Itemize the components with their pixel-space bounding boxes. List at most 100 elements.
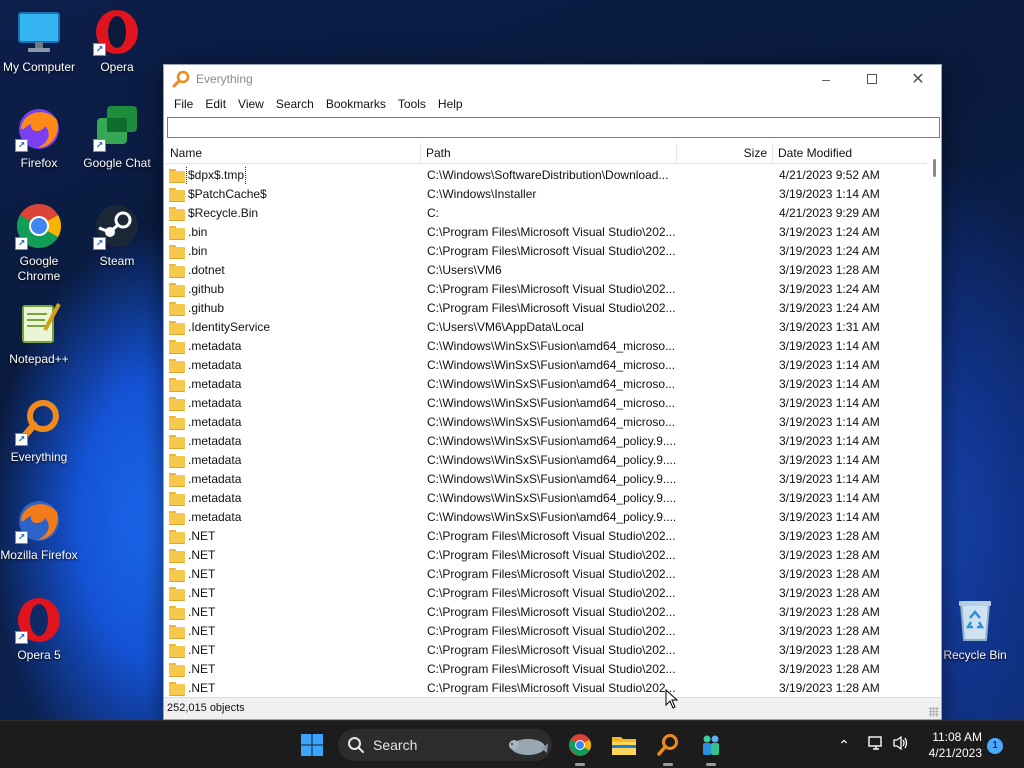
start-button[interactable] xyxy=(296,729,328,761)
network-icon[interactable] xyxy=(866,735,886,755)
table-row[interactable]: .dotnet C:\Users\VM6 3/19/2023 1:28 AM xyxy=(165,261,927,280)
table-row[interactable]: $PatchCache$ C:\Windows\Installer 3/19/202… xyxy=(165,185,927,204)
desktop-icon-notepad-plus-plus[interactable]: Notepad++ xyxy=(0,300,78,367)
row-name: .IdentityService xyxy=(188,320,271,334)
taskbar-file-explorer[interactable] xyxy=(608,729,640,761)
menu-edit[interactable]: Edit xyxy=(199,95,232,113)
table-row[interactable]: .NET C:\Program Files\Microsoft Visual St… xyxy=(165,660,927,679)
desktop-icon-google-chat[interactable]: ↗ Google Chat xyxy=(78,104,156,171)
table-row[interactable]: .NET C:\Program Files\Microsoft Visual St… xyxy=(165,641,927,660)
table-row[interactable]: .metadata C:\Windows\WinSxS\Fusion\amd64_… xyxy=(165,375,927,394)
table-row[interactable]: $dpx$.tmp C:\Windows\SoftwareDistribution… xyxy=(165,166,927,185)
menu-tools[interactable]: Tools xyxy=(392,95,432,113)
taskbar-app-people[interactable] xyxy=(695,729,727,761)
table-row[interactable]: .metadata C:\Windows\WinSxS\Fusion\amd64_… xyxy=(165,489,927,508)
column-header-date-modified[interactable]: Date Modified xyxy=(773,143,927,164)
row-name: .NET xyxy=(188,624,216,638)
row-name: .NET xyxy=(188,529,216,543)
table-row[interactable]: .bin C:\Program Files\Microsoft Visual St… xyxy=(165,223,927,242)
row-name: .bin xyxy=(188,225,208,239)
title-bar[interactable]: Everything – ✕ xyxy=(164,65,941,93)
taskbar-everything[interactable] xyxy=(652,729,684,761)
desktop-icon-opera[interactable]: ↗ Opera xyxy=(78,8,156,75)
table-row[interactable]: .metadata C:\Windows\WinSxS\Fusion\amd64_… xyxy=(165,413,927,432)
row-date-modified: 3/19/2023 1:28 AM xyxy=(779,263,880,277)
table-row[interactable]: $Recycle.Bin C: 4/21/2023 9:29 AM xyxy=(165,204,927,223)
desktop-icon-recycle-bin[interactable]: Recycle Bin xyxy=(936,596,1014,663)
row-date-modified: 3/19/2023 1:14 AM xyxy=(779,472,880,486)
menu-help[interactable]: Help xyxy=(432,95,469,113)
table-row[interactable]: .NET C:\Program Files\Microsoft Visual St… xyxy=(165,565,927,584)
taskbar-search-box[interactable]: Search xyxy=(338,729,552,761)
taskbar-chrome[interactable] xyxy=(564,729,596,761)
menu-view[interactable]: View xyxy=(232,95,270,113)
row-name: .NET xyxy=(188,643,216,657)
table-row[interactable]: .metadata C:\Windows\WinSxS\Fusion\amd64_… xyxy=(165,432,927,451)
table-row[interactable]: .metadata C:\Windows\WinSxS\Fusion\amd64_… xyxy=(165,470,927,489)
tray-overflow-chevron-icon[interactable]: ⌃ xyxy=(834,735,854,755)
maximize-button[interactable] xyxy=(849,65,895,93)
window-title: Everything xyxy=(196,72,253,86)
maximize-icon xyxy=(867,74,877,84)
row-name: .NET xyxy=(188,548,216,562)
desktop-icon-my-computer[interactable]: My Computer xyxy=(0,8,78,75)
table-row[interactable]: .NET C:\Program Files\Microsoft Visual St… xyxy=(165,584,927,603)
desktop-icon-google-chrome[interactable]: ↗ Google Chrome xyxy=(0,202,78,284)
menu-bookmarks[interactable]: Bookmarks xyxy=(320,95,392,113)
desktop-icon-label: Everything xyxy=(10,450,68,464)
row-date-modified: 3/19/2023 1:14 AM xyxy=(779,510,880,524)
row-date-modified: 3/19/2023 1:28 AM xyxy=(779,586,880,600)
column-header-name[interactable]: Name xyxy=(165,143,421,164)
vertical-scrollbar[interactable] xyxy=(927,143,941,696)
table-row[interactable]: .metadata C:\Windows\WinSxS\Fusion\amd64_… xyxy=(165,356,927,375)
folder-icon xyxy=(169,682,185,696)
table-row[interactable]: .metadata C:\Windows\WinSxS\Fusion\amd64_… xyxy=(165,508,927,527)
table-row[interactable]: .NET C:\Program Files\Microsoft Visual St… xyxy=(165,603,927,622)
volume-icon[interactable] xyxy=(891,735,911,755)
table-row[interactable]: .NET C:\Program Files\Microsoft Visual St… xyxy=(165,527,927,546)
windows-logo-icon xyxy=(301,734,323,756)
notification-badge[interactable]: 1 xyxy=(987,738,1003,754)
resize-grip-icon[interactable] xyxy=(929,707,939,717)
desktop-icon-firefox[interactable]: ↗ Firefox xyxy=(0,104,78,171)
table-row[interactable]: .NET C:\Program Files\Microsoft Visual St… xyxy=(165,546,927,565)
row-size xyxy=(677,394,769,413)
table-row[interactable]: .metadata C:\Windows\WinSxS\Fusion\amd64_… xyxy=(165,451,927,470)
table-row[interactable]: .github C:\Program Files\Microsoft Visual… xyxy=(165,299,927,318)
row-path: C:\Program Files\Microsoft Visual Studio… xyxy=(427,529,676,543)
row-date-modified: 3/19/2023 1:24 AM xyxy=(779,244,880,258)
table-row[interactable]: .metadata C:\Windows\WinSxS\Fusion\amd64_… xyxy=(165,337,927,356)
desktop-icon-mozilla-firefox[interactable]: ↗ Mozilla Firefox xyxy=(0,496,78,563)
clock[interactable]: 11:08 AM 4/21/2023 xyxy=(929,729,982,761)
table-row[interactable]: .github C:\Program Files\Microsoft Visual… xyxy=(165,280,927,299)
running-indicator xyxy=(575,763,585,766)
search-input[interactable] xyxy=(167,117,940,138)
menu-search[interactable]: Search xyxy=(270,95,320,113)
row-size xyxy=(677,470,769,489)
minimize-button[interactable]: – xyxy=(803,65,849,93)
table-row[interactable]: .metadata C:\Windows\WinSxS\Fusion\amd64_… xyxy=(165,394,927,413)
table-row[interactable]: .NET C:\Program Files\Microsoft Visual St… xyxy=(165,679,927,696)
row-date-modified: 3/19/2023 1:28 AM xyxy=(779,529,880,543)
column-header-path[interactable]: Path xyxy=(421,143,677,164)
column-header-size[interactable]: Size xyxy=(677,143,773,164)
scrollbar-thumb[interactable] xyxy=(933,159,936,177)
shortcut-arrow-icon: ↗ xyxy=(15,139,28,152)
row-path: C:\Users\VM6 xyxy=(427,263,502,277)
row-path: C:\Windows\WinSxS\Fusion\amd64_microso..… xyxy=(427,377,676,391)
row-name: .metadata xyxy=(188,415,242,429)
row-size xyxy=(677,261,769,280)
table-row[interactable]: .bin C:\Program Files\Microsoft Visual St… xyxy=(165,242,927,261)
desktop-icon-everything[interactable]: ↗ Everything xyxy=(0,398,78,465)
desktop-icon-opera-5[interactable]: ↗ Opera 5 xyxy=(0,596,78,663)
table-row[interactable]: .NET C:\Program Files\Microsoft Visual St… xyxy=(165,622,927,641)
row-path: C:\Users\VM6\AppData\Local xyxy=(427,320,584,334)
desktop-icon-steam[interactable]: ↗ Steam xyxy=(78,202,156,269)
table-row[interactable]: .IdentityService C:\Users\VM6\AppData\Loc… xyxy=(165,318,927,337)
folder-icon xyxy=(169,454,185,468)
row-path: C:\Windows\WinSxS\Fusion\amd64_policy.9.… xyxy=(427,453,677,467)
row-size xyxy=(677,660,769,679)
row-size xyxy=(677,185,769,204)
menu-file[interactable]: File xyxy=(168,95,199,113)
close-button[interactable]: ✕ xyxy=(895,65,941,93)
